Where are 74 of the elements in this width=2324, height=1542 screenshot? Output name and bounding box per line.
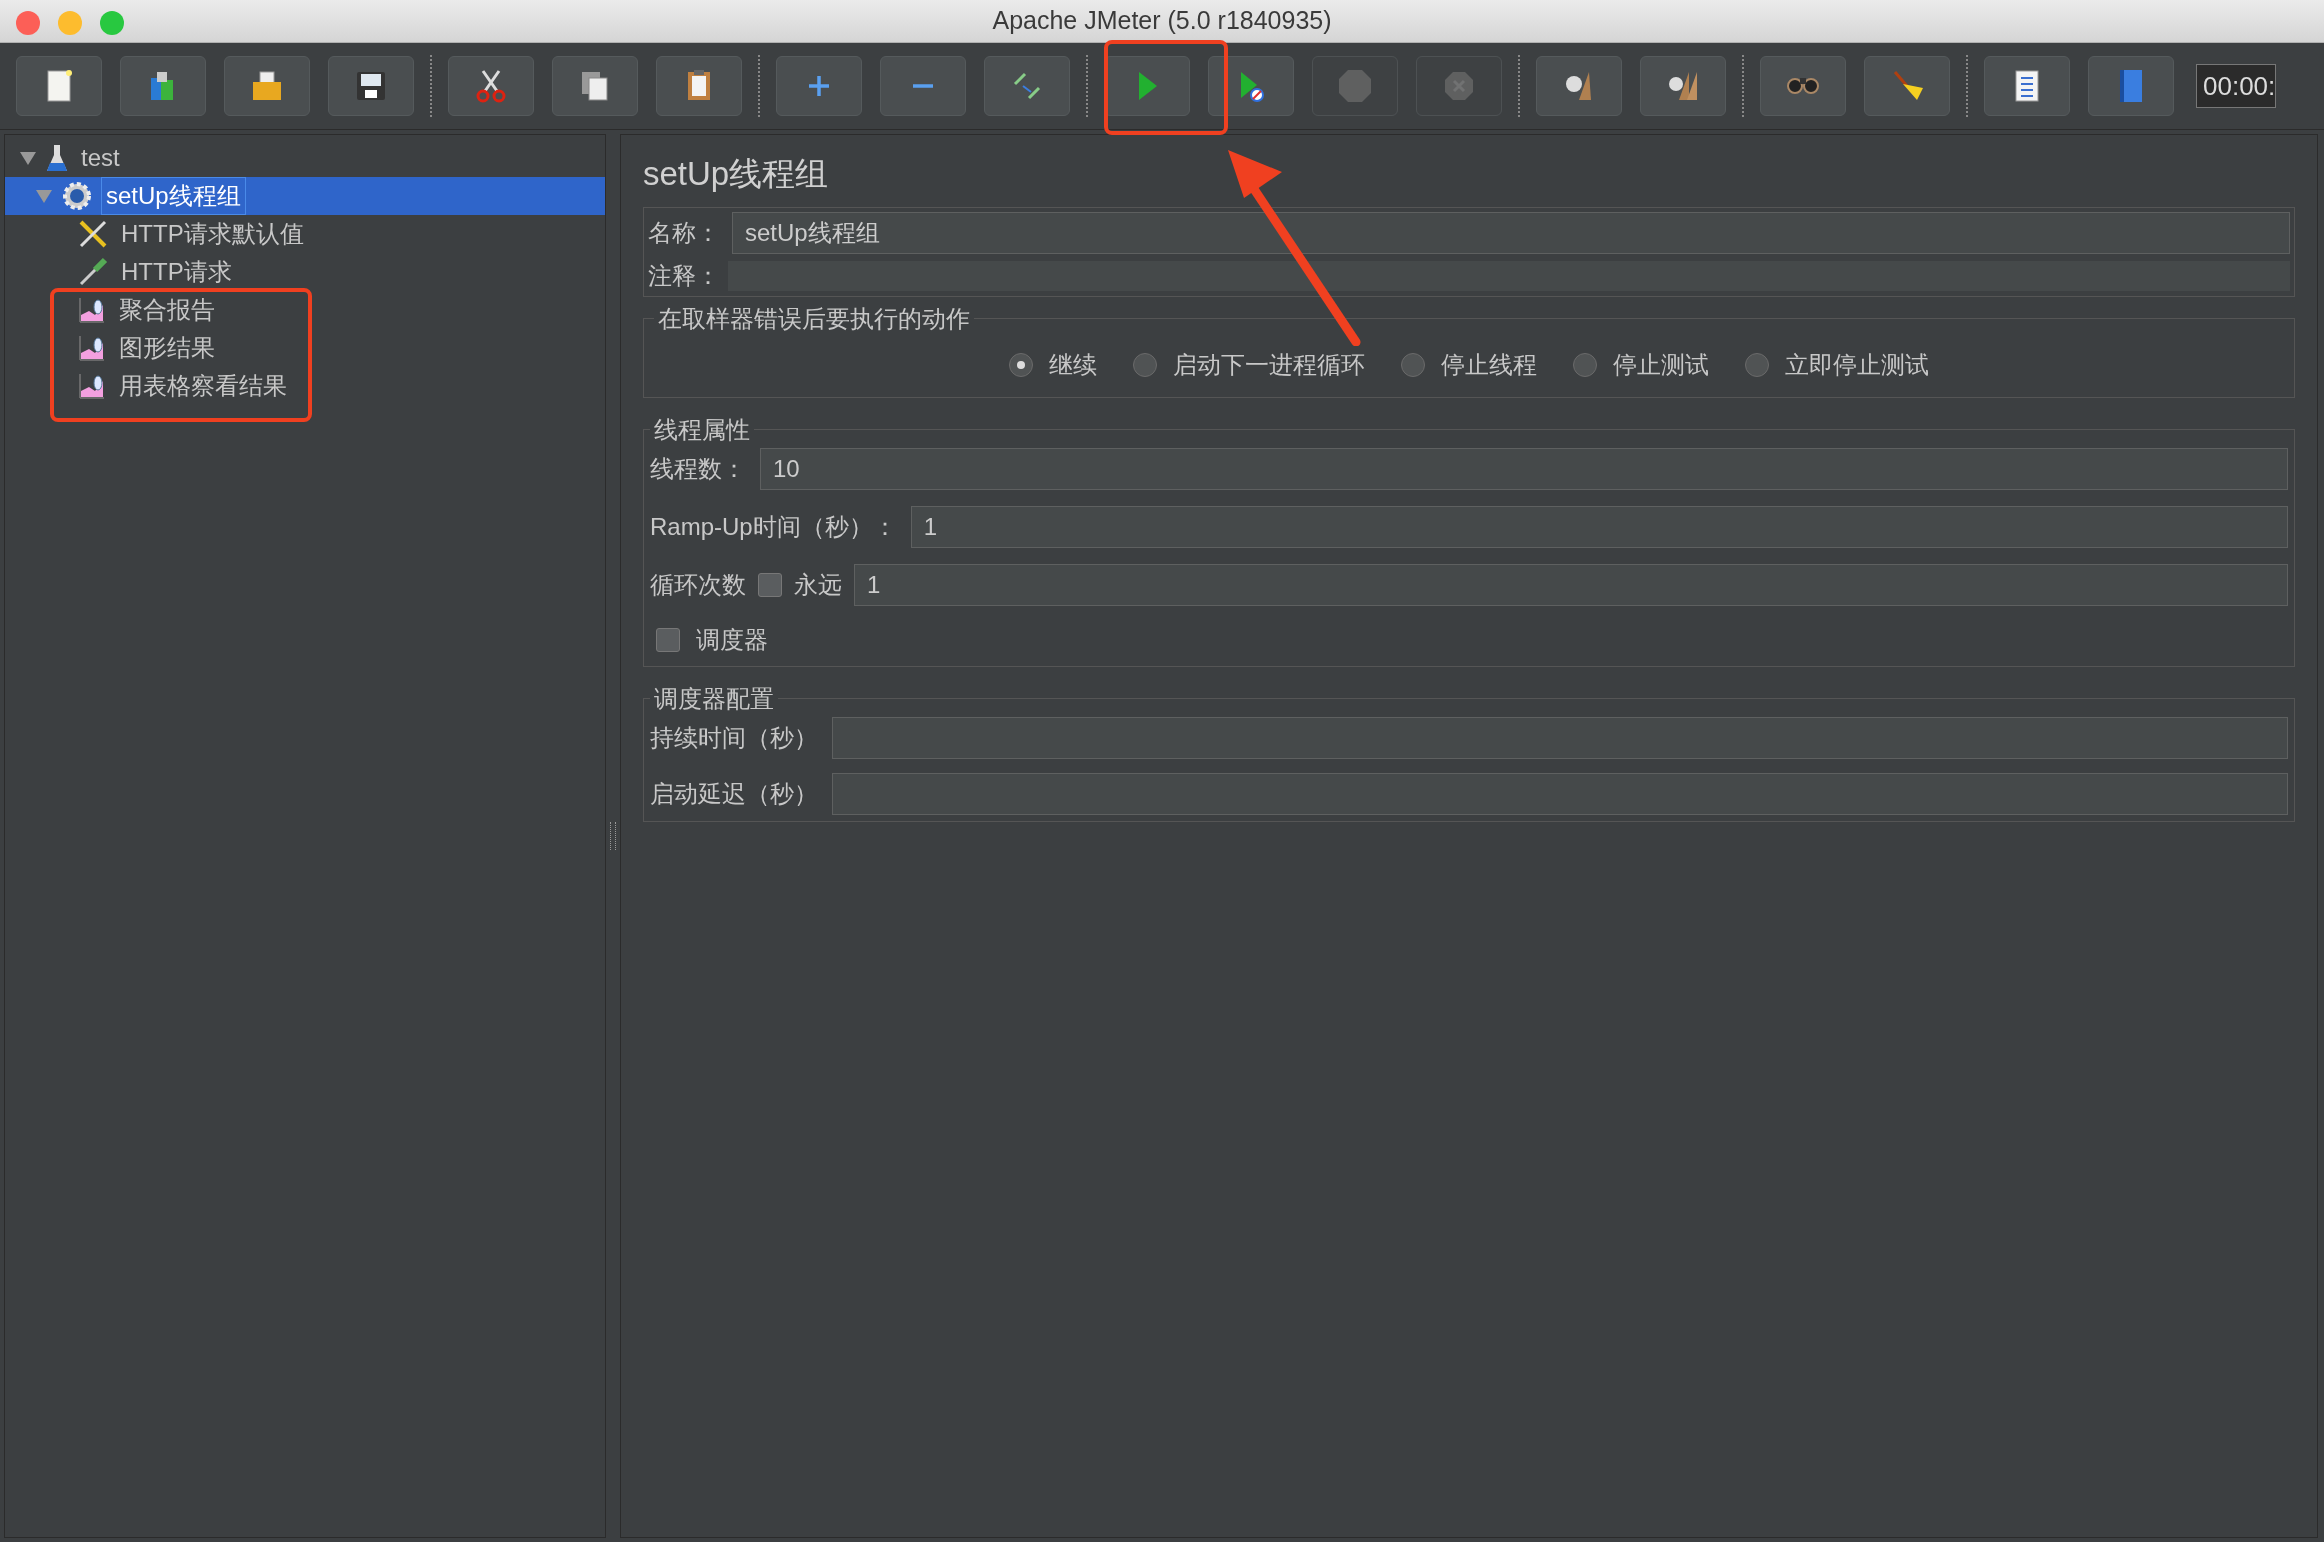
minimize-button[interactable]: [58, 11, 82, 35]
tree-item-label: 图形结果: [118, 333, 216, 363]
splitter-handle[interactable]: [610, 822, 616, 850]
tree-item[interactable]: HTTP请求: [5, 253, 605, 291]
close-button[interactable]: [16, 11, 40, 35]
comment-field[interactable]: [728, 260, 2290, 291]
text-field[interactable]: [832, 716, 2288, 759]
toolbar-button[interactable]: [1536, 56, 1622, 116]
zoom-button[interactable]: [100, 11, 124, 35]
field-label: 名称：: [648, 217, 720, 248]
expanded-triangle-icon[interactable]: [35, 187, 53, 205]
radio-button[interactable]: [1401, 352, 1425, 377]
field-label: 启动延迟（秒）: [650, 778, 818, 809]
tree-item-label: 用表格察看结果: [118, 371, 288, 401]
tree-item[interactable]: setUp线程组: [5, 177, 605, 215]
checkbox[interactable]: [656, 627, 680, 652]
group-legend: 线程属性: [650, 411, 754, 448]
toolbar-button[interactable]: [1984, 56, 2070, 116]
tree-item[interactable]: HTTP请求默认值: [5, 215, 605, 253]
checkbox-label: 调度器: [696, 624, 768, 655]
chart-icon: [77, 295, 107, 325]
minus-icon: [912, 84, 934, 88]
field-label: Ramp-Up时间（秒）：: [650, 511, 897, 542]
radio-button[interactable]: [1573, 352, 1597, 377]
binoculars-icon: [1786, 77, 1820, 95]
expanded-triangle-icon[interactable]: [19, 149, 37, 167]
gear-icon: [61, 180, 93, 212]
radio-label: 停止测试: [1613, 349, 1709, 380]
toolbar-button[interactable]: [1864, 56, 1950, 116]
elapsed-timer: 00:00:: [2196, 64, 2277, 108]
pipette-icon: [77, 256, 109, 288]
tree-item[interactable]: 用表格察看结果: [5, 367, 605, 405]
chart-icon: [77, 333, 107, 363]
toolbar-button[interactable]: [656, 56, 742, 116]
radio-button[interactable]: [1133, 352, 1157, 377]
text-field[interactable]: setUp线程组: [732, 211, 2290, 254]
text-field[interactable]: 10: [760, 447, 2288, 490]
tree-item-label: setUp线程组: [101, 177, 246, 215]
field-label: 注释：: [648, 260, 720, 291]
radio-label: 继续: [1049, 349, 1097, 380]
radio-button[interactable]: [1009, 352, 1033, 377]
radio-label: 停止线程: [1441, 349, 1537, 380]
field-label: 线程数：: [650, 453, 746, 484]
toolbar-button[interactable]: [448, 56, 534, 116]
toolbar-button[interactable]: [1760, 56, 1846, 116]
tree-item-label: HTTP请求: [120, 257, 233, 287]
field-label: 循环次数: [650, 569, 746, 600]
toolbar-button[interactable]: [16, 56, 102, 116]
flask-icon: [45, 143, 69, 173]
tree-item[interactable]: test: [5, 139, 605, 177]
tree-item[interactable]: 聚合报告: [5, 291, 605, 329]
radio-button[interactable]: [1745, 352, 1769, 377]
checkbox-label: 永远: [794, 569, 842, 600]
wrench-screwdriver-icon: [77, 218, 109, 250]
radio-label: 启动下一进程循环: [1173, 349, 1365, 380]
editor-title: setUp线程组: [643, 154, 830, 194]
chart-icon: [77, 371, 107, 401]
checkbox[interactable]: [758, 572, 782, 597]
tree-item-label: HTTP请求默认值: [120, 219, 305, 249]
tree-item-label: test: [80, 143, 121, 173]
toolbar-button[interactable]: [224, 56, 310, 116]
toolbar-button[interactable]: [1640, 56, 1726, 116]
radio-label: 立即停止测试: [1785, 349, 1929, 380]
group-legend: 调度器配置: [650, 680, 778, 717]
window-title: Apache JMeter (5.0 r1840935): [992, 5, 1332, 37]
toolbar-button[interactable]: [328, 56, 414, 116]
toolbar-button[interactable]: [552, 56, 638, 116]
text-field[interactable]: 1: [910, 505, 2288, 548]
text-field[interactable]: 1: [854, 563, 2288, 606]
tree-item[interactable]: 图形结果: [5, 329, 605, 367]
field-label: 持续时间（秒）: [650, 722, 818, 753]
tree-item-label: 聚合报告: [118, 295, 216, 325]
group-legend: 在取样器错误后要执行的动作: [654, 300, 974, 337]
text-field[interactable]: [832, 772, 2288, 815]
